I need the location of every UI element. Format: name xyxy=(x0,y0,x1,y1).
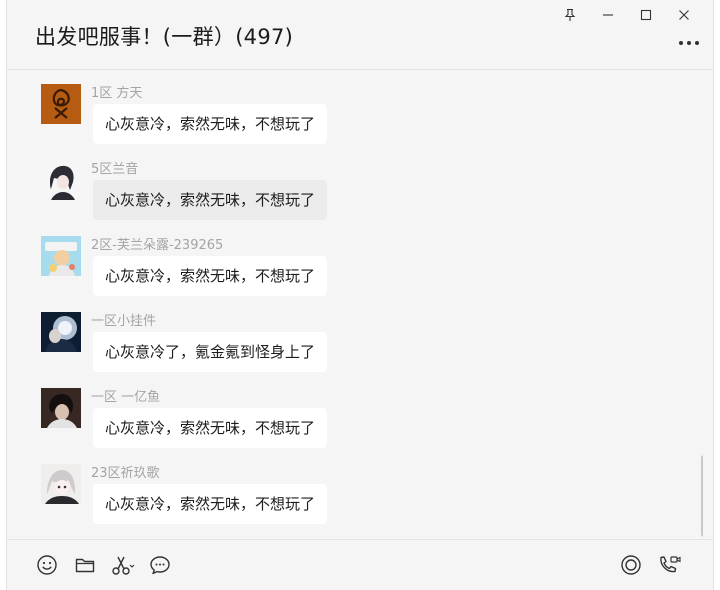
message-item: 一区 一亿鱼 心灰意冷，索然无味，不想玩了 xyxy=(7,375,703,451)
chat-bubble-icon[interactable] xyxy=(147,552,173,578)
avatar[interactable] xyxy=(41,464,81,504)
emoji-icon[interactable] xyxy=(34,552,60,578)
avatar[interactable] xyxy=(41,388,81,428)
message-list[interactable]: 1区 方天 心灰意冷，索然无味，不想玩了 5区兰音 心灰意冷，索然无味，不想玩了… xyxy=(7,71,703,538)
window-controls xyxy=(551,4,703,26)
avatar[interactable] xyxy=(41,84,81,124)
sender-name: 5区兰音 xyxy=(91,162,139,177)
folder-icon[interactable] xyxy=(72,552,98,578)
minimize-icon[interactable] xyxy=(589,4,627,26)
message-scrollbar[interactable] xyxy=(701,455,703,537)
sender-name: 一区 一亿鱼 xyxy=(91,390,161,405)
input-toolbar xyxy=(7,539,713,590)
message-item: 23区祈玖歌 心灰意冷，索然无味，不想玩了 xyxy=(7,451,703,527)
avatar[interactable] xyxy=(41,160,81,200)
message-bubble[interactable]: 心灰意冷，索然无味，不想玩了 xyxy=(93,104,328,144)
close-icon[interactable] xyxy=(665,4,703,26)
avatar[interactable] xyxy=(41,312,81,352)
message-item: 5区兰音 心灰意冷，索然无味，不想玩了 xyxy=(7,147,703,223)
avatar[interactable] xyxy=(41,236,81,276)
sender-name: 一区小挂件 xyxy=(91,314,157,329)
chat-window: 出发吧服事！(一群）(497) 1区 方天 心灰意冷，索然无味，不想玩了 5区兰… xyxy=(6,0,714,590)
chat-header: 出发吧服事！(一群）(497) xyxy=(7,0,713,70)
message-bubble[interactable]: 心灰意冷，索然无味，不想玩了 xyxy=(93,484,328,524)
message-item: 2区-芙兰朵露-239265 心灰意冷，索然无味，不想玩了 xyxy=(7,223,703,299)
message-bubble[interactable]: 心灰意冷，索然无味，不想玩了 xyxy=(93,256,328,296)
scissors-icon[interactable] xyxy=(110,552,136,578)
sender-name: 2区-芙兰朵露-239265 xyxy=(91,238,224,253)
message-bubble[interactable]: 心灰意冷，索然无味，不想玩了 xyxy=(93,408,328,448)
sender-name: 23区祈玖歌 xyxy=(91,466,160,481)
maximize-icon[interactable] xyxy=(627,4,665,26)
message-item: 一区小挂件 心灰意冷了，氪金氪到怪身上了 xyxy=(7,299,703,375)
message-item: 1区 方天 心灰意冷，索然无味，不想玩了 xyxy=(7,71,703,147)
live-icon[interactable] xyxy=(618,552,644,578)
message-bubble[interactable]: 心灰意冷了，氪金氪到怪身上了 xyxy=(93,332,328,372)
more-options-icon[interactable] xyxy=(677,34,701,52)
chat-title: 出发吧服事！(一群）(497) xyxy=(35,25,294,49)
phone-video-icon[interactable] xyxy=(656,552,682,578)
message-bubble[interactable]: 心灰意冷，索然无味，不想玩了 xyxy=(93,180,328,220)
sender-name: 1区 方天 xyxy=(91,86,143,101)
pin-icon[interactable] xyxy=(551,4,589,26)
